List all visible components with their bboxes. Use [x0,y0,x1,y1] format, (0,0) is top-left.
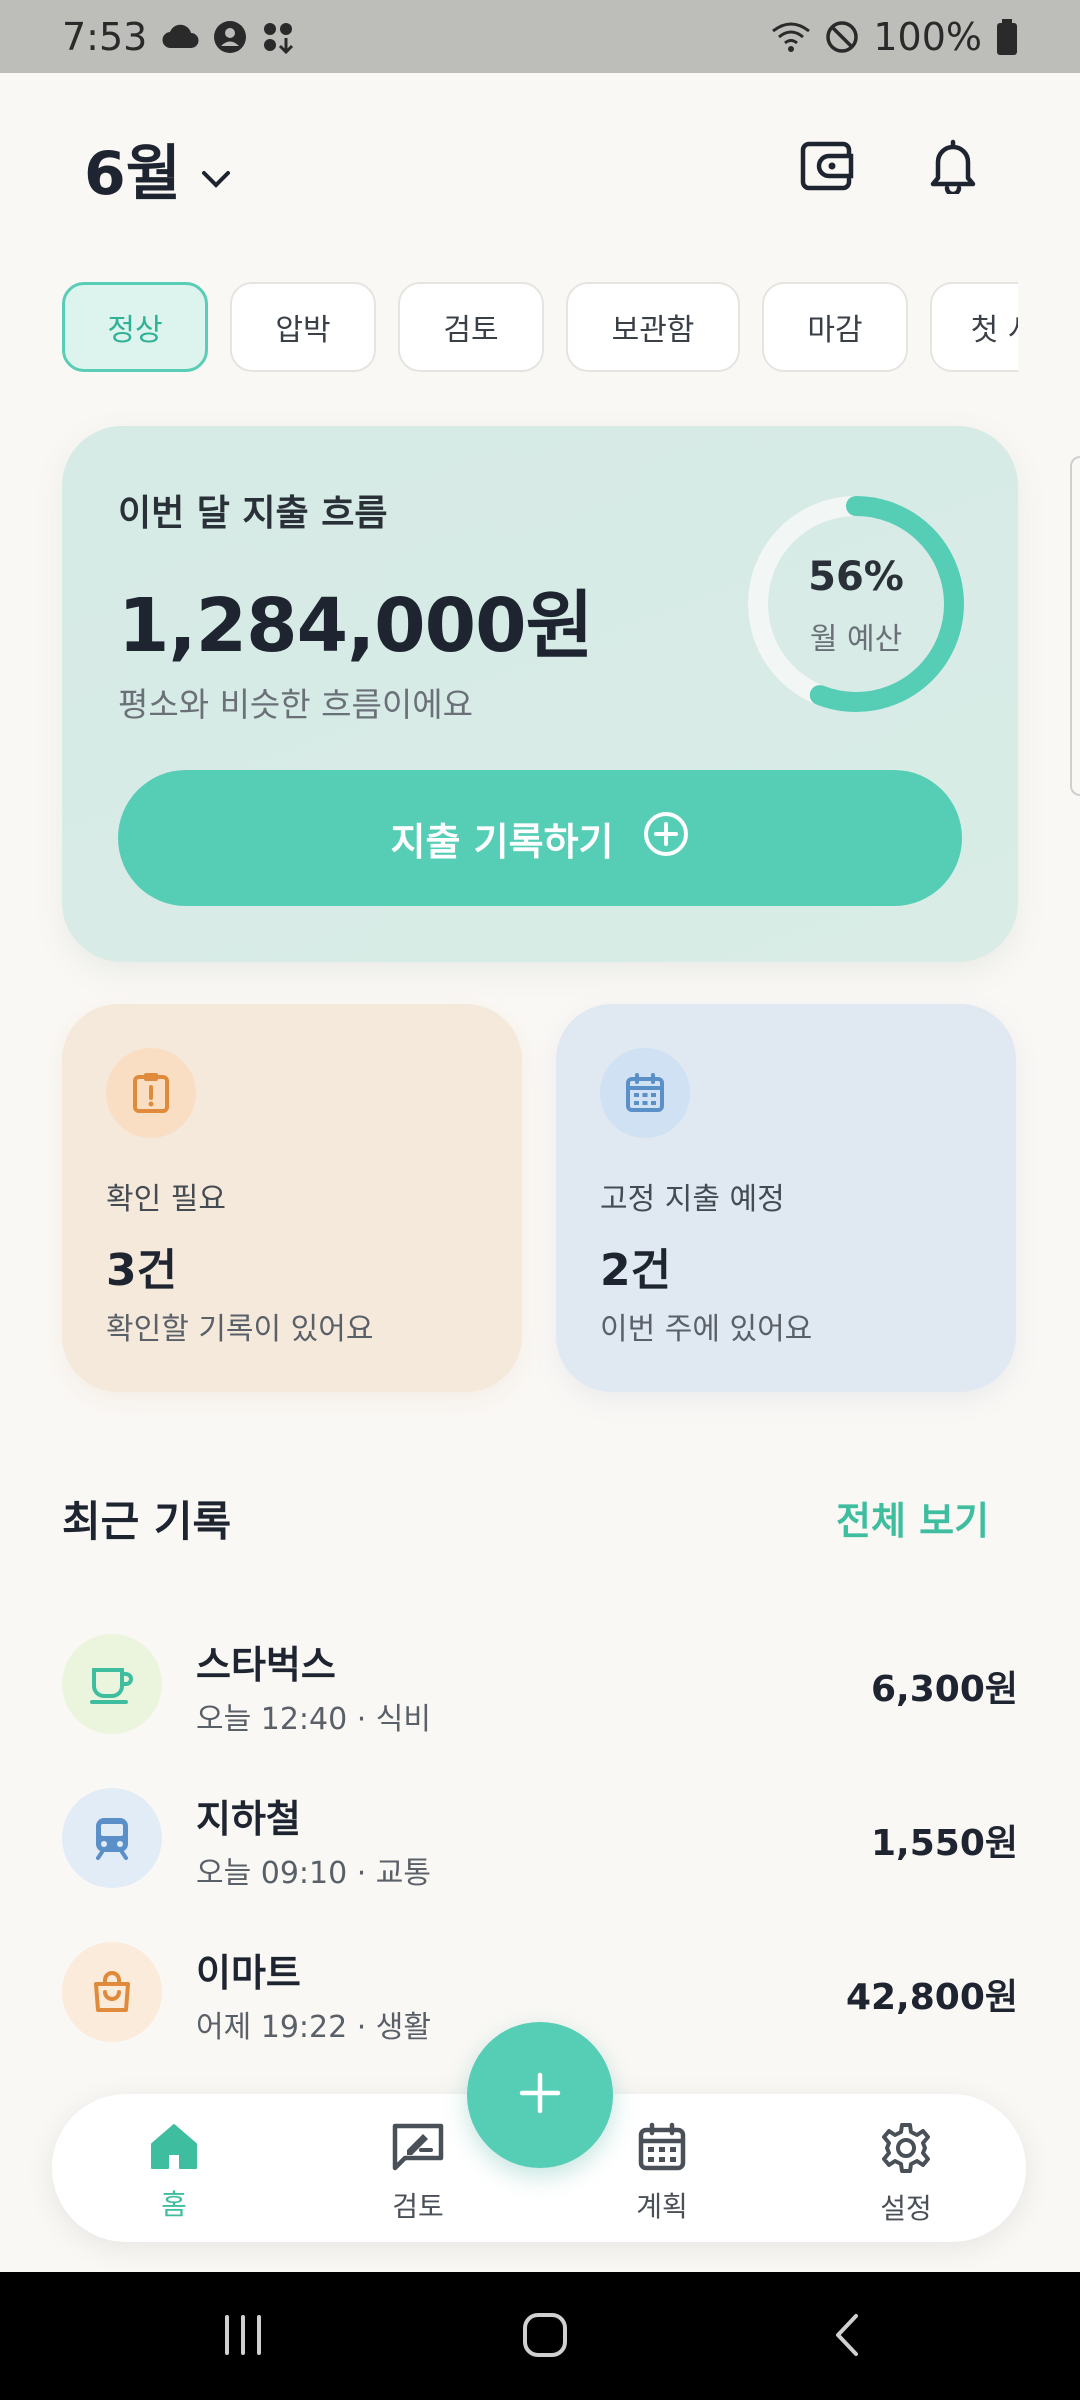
account-icon [213,20,247,54]
budget-label: 월 예산 [809,622,903,657]
nav-settings-label: 설정 [880,2192,932,2225]
recents-icon [221,2315,265,2359]
nav-review[interactable]: 검토 [348,2122,488,2232]
header: 6월 [0,73,1080,253]
chip-first[interactable]: 첫 시 [930,282,1018,372]
nav-plan-label: 계획 [636,2190,688,2223]
cloud-icon [161,24,199,50]
budget-percent: 56% [808,554,904,600]
calendar-icon [637,2122,687,2179]
plus-circle-icon [642,810,690,867]
needs-check-desc: 확인할 기록이 있어요 [106,1312,374,1347]
transaction-row[interactable]: 스타벅스 오늘 12:40 · 식비 6,300원 [62,1628,1018,1740]
system-nav-bar [0,2272,1080,2400]
transaction-meta: 오늘 12:40 · 식비 [196,1702,431,1737]
chevron-down-icon [201,134,231,204]
add-fab-button[interactable] [467,2022,613,2168]
chip-deadline[interactable]: 마감 [762,282,908,372]
transaction-name: 스타벅스 [196,1643,336,1687]
home-system-icon [522,2312,568,2362]
notification-button[interactable] [918,133,988,203]
summary-amount: 1,284,000원 [118,583,594,669]
wallet-button[interactable] [792,133,862,203]
battery-percent: 100% [873,14,982,59]
needs-check-count: 3건 [106,1245,178,1296]
month-label: 6월 [84,139,181,209]
edge-panel-handle[interactable] [1070,456,1080,796]
fixed-expense-count: 2건 [600,1245,672,1296]
nav-plan[interactable]: 계획 [592,2122,732,2232]
nav-review-label: 검토 [392,2190,444,2223]
transaction-amount: 1,550원 [871,1823,1018,1864]
wallet-icon [799,140,855,196]
monthly-summary-card: 이번 달 지출 흐름 1,284,000원 평소와 비슷한 흐름이에요 56% … [62,426,1018,962]
plus-icon [518,2071,562,2119]
battery-icon [996,18,1018,55]
chip-archive[interactable]: 보관함 [566,282,740,372]
chip-review[interactable]: 검토 [398,282,544,372]
status-bar: 7:53 100% [0,0,1080,73]
home-icon [148,2122,200,2177]
nav-home[interactable]: 홈 [104,2122,244,2232]
train-icon [62,1788,162,1888]
home-system-button[interactable] [510,2302,580,2372]
fixed-expense-desc: 이번 주에 있어요 [600,1312,813,1347]
gear-icon [880,2122,932,2181]
transaction-name: 지하철 [196,1797,301,1841]
shopping-bag-icon [62,1942,162,2042]
transaction-amount: 42,800원 [845,1977,1018,2018]
status-time: 7:53 [62,14,148,59]
apps-grid-icon [261,20,295,54]
budget-ring: 56% 월 예산 [744,492,968,716]
fixed-expense-title: 고정 지출 예정 [600,1182,785,1217]
needs-check-card[interactable]: 확인 필요 3건 확인할 기록이 있어요 [62,1004,522,1392]
transaction-meta: 어제 19:22 · 생활 [196,2010,431,2045]
chip-pressure[interactable]: 압박 [230,282,376,372]
needs-check-title: 확인 필요 [106,1182,226,1217]
transaction-meta: 오늘 09:10 · 교통 [196,1856,431,1891]
record-expense-button[interactable]: 지출 기록하기 [118,770,962,906]
month-selector[interactable]: 6월 [84,125,231,212]
recents-button[interactable] [208,2302,278,2372]
record-expense-label: 지출 기록하기 [390,819,614,864]
back-arrow-icon [832,2312,862,2362]
chip-normal[interactable]: 정상 [62,282,208,372]
dnd-icon [825,20,859,54]
recent-title: 최근 기록 [62,1497,232,1546]
alert-clipboard-icon [106,1048,196,1138]
nav-home-label: 홈 [161,2188,187,2221]
review-icon [391,2122,445,2179]
summary-subtitle: 평소와 비슷한 흐름이에요 [118,685,473,724]
coffee-cup-icon [62,1634,162,1734]
wifi-icon [771,21,811,53]
summary-title: 이번 달 지출 흐름 [118,493,388,534]
bell-icon [928,138,978,198]
transaction-amount: 6,300원 [871,1669,1018,1710]
fixed-expense-card[interactable]: 고정 지출 예정 2건 이번 주에 있어요 [556,1004,1016,1392]
calendar-icon [600,1048,690,1138]
filter-chips: 정상 압박 검토 보관함 마감 첫 시 [62,282,1018,376]
transaction-name: 이마트 [196,1951,301,1995]
transaction-row[interactable]: 지하철 오늘 09:10 · 교통 1,550원 [62,1782,1018,1894]
see-all-link[interactable]: 전체 보기 [836,1490,989,1545]
nav-settings[interactable]: 설정 [836,2122,976,2232]
back-button[interactable] [812,2302,882,2372]
